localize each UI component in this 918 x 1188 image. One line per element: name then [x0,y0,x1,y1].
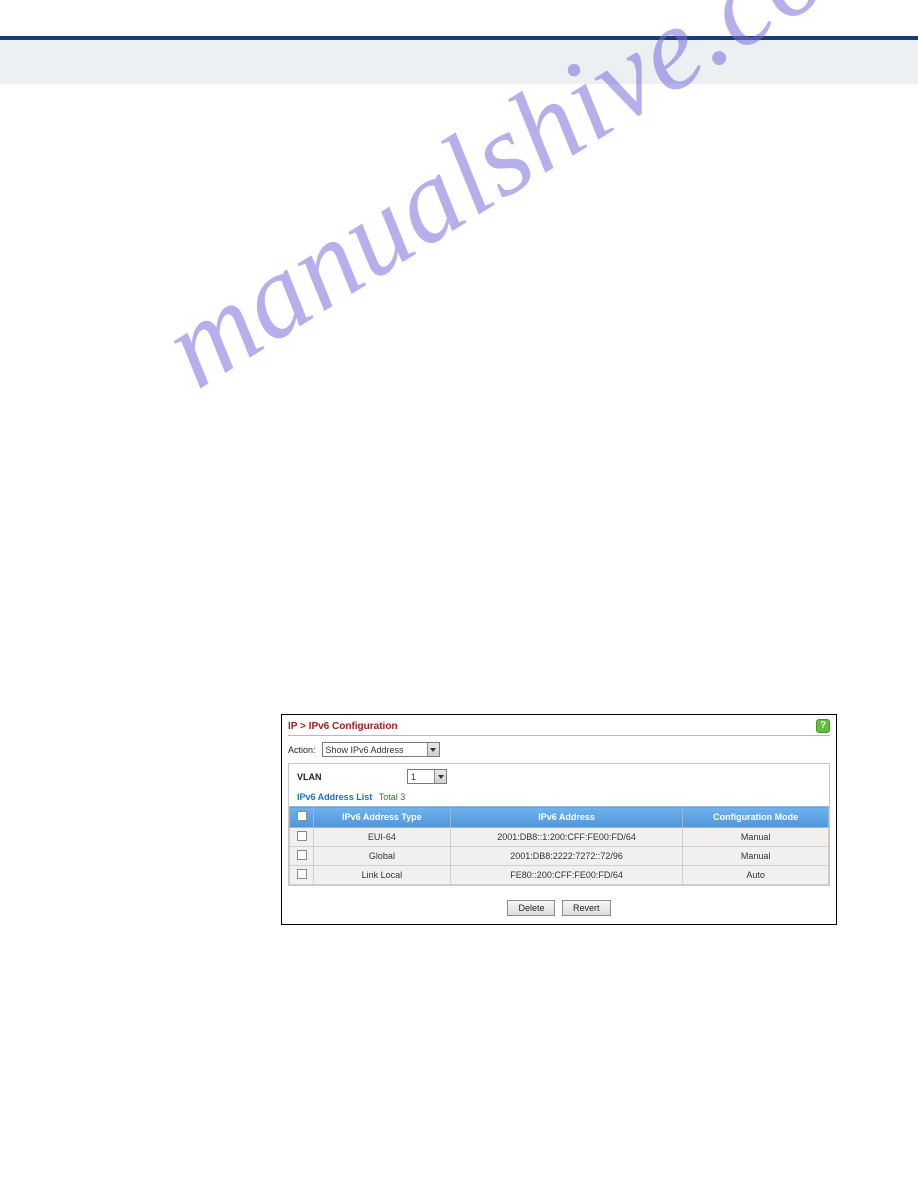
help-icon[interactable]: ? [816,719,830,733]
header-checkbox-cell [290,807,314,828]
panel-title-row: IP > IPv6 Configuration ? [282,715,836,735]
list-title-row: IPv6 Address List Total 3 [289,789,829,806]
table-row: Link Local FE80::200:CFF:FE00:FD/64 Auto [290,866,829,885]
cell-addr: FE80::200:CFF:FE00:FD/64 [450,866,682,885]
action-select-value: Show IPv6 Address [326,745,404,755]
vlan-label: VLAN [297,772,407,782]
title-divider [288,735,830,736]
inner-box: VLAN 1 IPv6 Address List Total 3 IPv6 Ad… [288,763,830,886]
cell-type: Global [314,847,451,866]
revert-button[interactable]: Revert [562,900,611,916]
header-band [0,40,918,84]
cell-mode: Manual [683,828,829,847]
row-checkbox[interactable] [297,869,307,879]
header-mode: Configuration Mode [683,807,829,828]
table-header-row: IPv6 Address Type IPv6 Address Configura… [290,807,829,828]
header-addr: IPv6 Address [450,807,682,828]
cell-type: EUI-64 [314,828,451,847]
button-row: Delete Revert [282,892,836,924]
action-select[interactable]: Show IPv6 Address [322,742,440,757]
list-title: IPv6 Address List [297,792,372,802]
vlan-select[interactable]: 1 [407,769,447,784]
cell-type: Link Local [314,866,451,885]
vlan-row: VLAN 1 [289,764,829,789]
cell-addr: 2001:DB8:2222:7272::72/96 [450,847,682,866]
delete-button[interactable]: Delete [507,900,555,916]
ipv6-address-table: IPv6 Address Type IPv6 Address Configura… [289,806,829,885]
panel-title: IP > IPv6 Configuration [288,721,816,732]
table-row: Global 2001:DB8:2222:7272::72/96 Manual [290,847,829,866]
select-all-checkbox[interactable] [297,811,307,821]
chevron-down-icon [434,770,446,783]
cell-mode: Manual [683,847,829,866]
action-row: Action: Show IPv6 Address [282,740,836,763]
table-row: EUI-64 2001:DB8::1:200:CFF:FE00:FD/64 Ma… [290,828,829,847]
chevron-down-icon [427,743,439,756]
ipv6-config-panel: IP > IPv6 Configuration ? Action: Show I… [281,714,837,925]
action-label: Action: [288,745,316,755]
cell-mode: Auto [683,866,829,885]
header-type: IPv6 Address Type [314,807,451,828]
row-checkbox[interactable] [297,850,307,860]
cell-addr: 2001:DB8::1:200:CFF:FE00:FD/64 [450,828,682,847]
vlan-select-value: 1 [411,772,416,782]
list-total: Total 3 [379,792,406,802]
row-checkbox[interactable] [297,831,307,841]
